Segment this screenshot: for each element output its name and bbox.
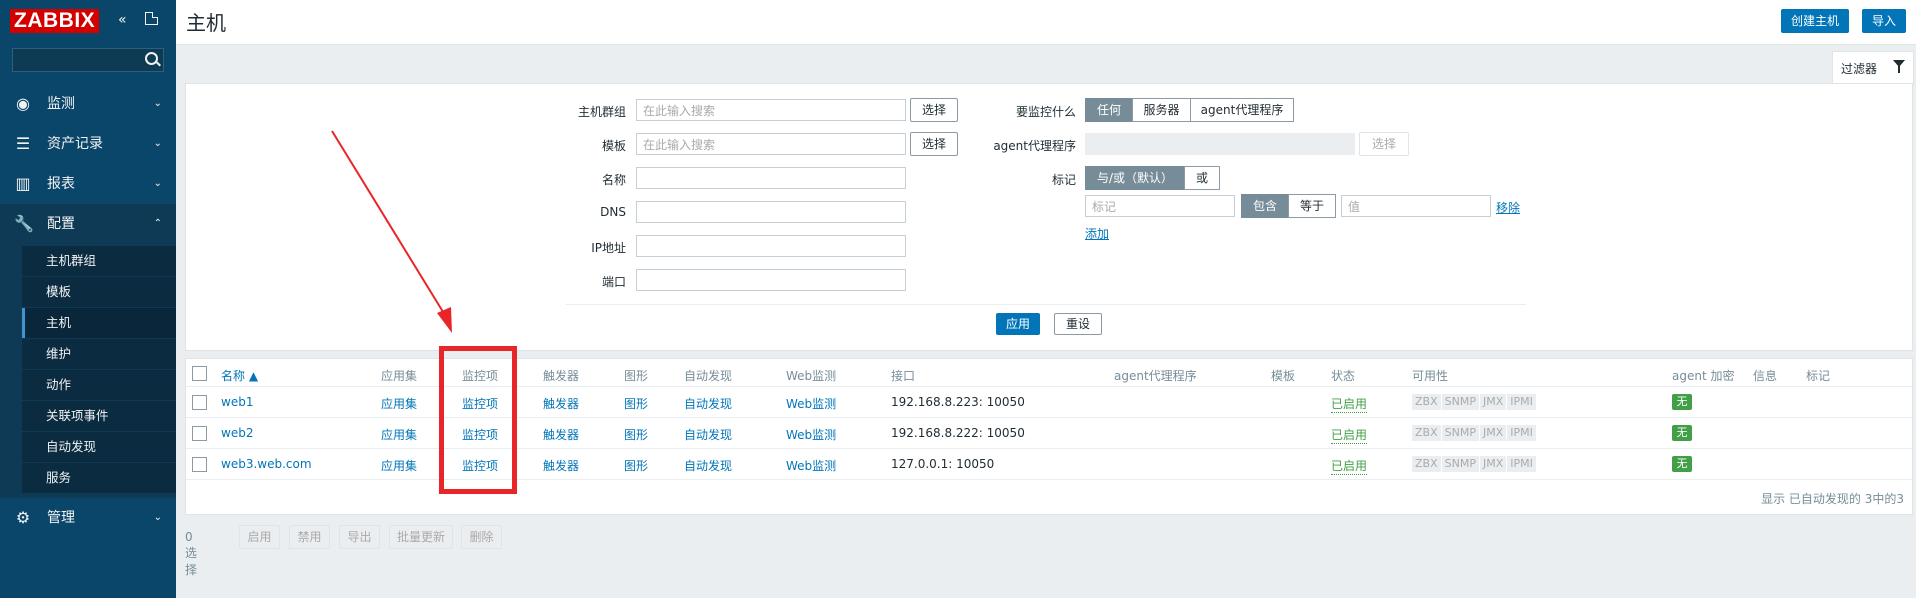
annotation-arrow bbox=[331, 130, 452, 333]
annotation-highlight-box bbox=[439, 346, 517, 494]
